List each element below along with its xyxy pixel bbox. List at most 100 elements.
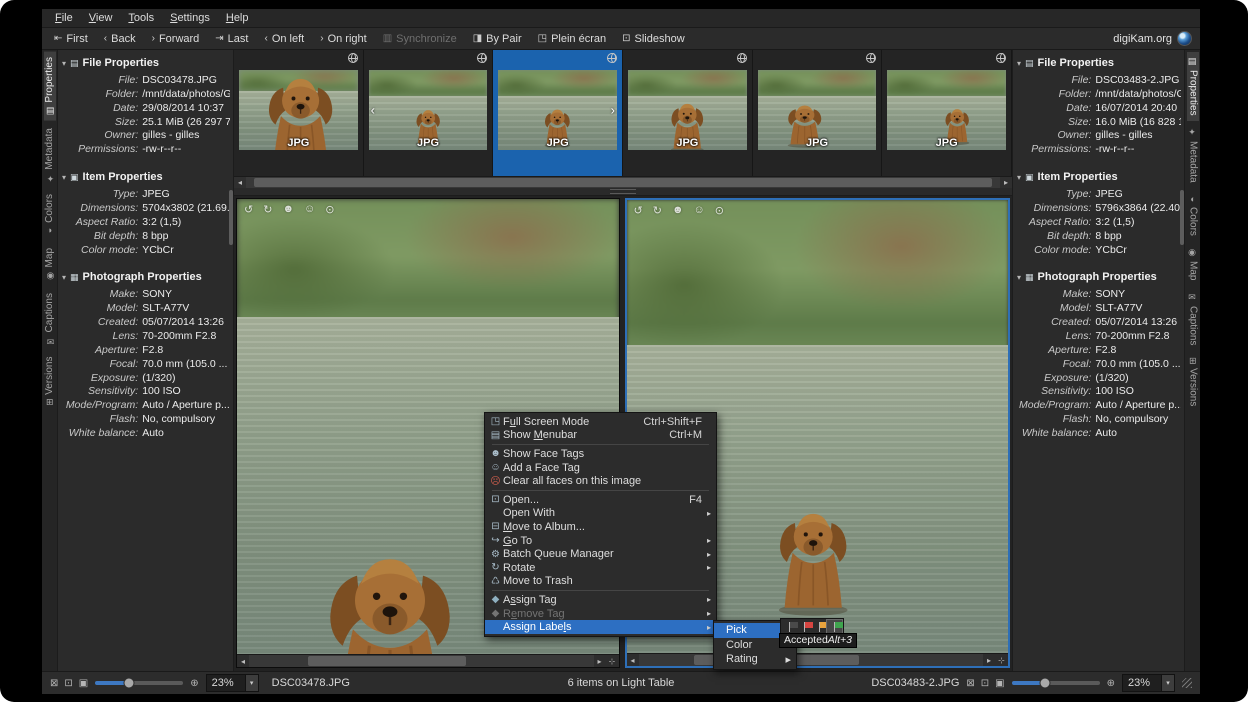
section-header[interactable]: ▾▦Photograph Properties (1015, 270, 1181, 284)
preview-hscrollbar[interactable]: ◂ ▸ ⊹ (237, 654, 619, 667)
fit-zoom-icon[interactable]: ⊕ (190, 678, 198, 689)
toolbar-button[interactable]: ⇤First (46, 32, 96, 46)
section-header[interactable]: ▾▤File Properties (60, 56, 230, 70)
rejected-flag-icon[interactable] (797, 620, 812, 633)
section-header[interactable]: ▾▣Item Properties (60, 170, 230, 184)
dropdown-caret-icon[interactable]: ▾ (245, 675, 258, 691)
scroll-left-icon[interactable]: ◂ (627, 655, 639, 666)
thumbnail-item[interactable]: JPG (623, 50, 753, 176)
toolbar-button[interactable]: ⊡Slideshow (614, 32, 693, 46)
show-face-tags-icon[interactable]: ☻ (672, 204, 684, 217)
menu-bar-item[interactable]: View (82, 11, 120, 25)
sidebar-tab[interactable]: ◉Map (44, 243, 56, 285)
accepted-flag-icon[interactable] (827, 620, 842, 633)
scrollbar-thumb[interactable] (254, 178, 993, 187)
thumbbar-scrollbar[interactable]: ◂ ▸ (234, 176, 1012, 188)
play-icon[interactable]: ⊙ (325, 203, 334, 216)
fit-window-icon[interactable]: ⊡ (981, 678, 989, 689)
add-face-tag-icon[interactable]: ☺ (694, 204, 705, 217)
left-zoom-slider[interactable] (95, 681, 183, 685)
context-menu-item[interactable] (492, 444, 709, 445)
sidebar-tab[interactable]: ▤Properties (44, 52, 56, 121)
slider-knob[interactable] (1040, 678, 1051, 689)
toolbar-button[interactable]: ▥Synchronize (375, 32, 465, 46)
rotate-left-icon[interactable]: ↺ (244, 203, 253, 216)
context-menu-item[interactable]: Open With ▸ (485, 507, 716, 521)
thumbnail-item[interactable]: JPG (882, 50, 1012, 176)
sidebar-tab[interactable]: ✦Metadata (44, 123, 56, 188)
thumbnail-item[interactable]: JPG ‹ (364, 50, 494, 176)
panel-scrollbar[interactable] (1180, 190, 1184, 245)
rotate-right-icon[interactable]: ↻ (653, 204, 662, 217)
context-menu-item[interactable]: ◆ Assign Tag ▸ (485, 593, 716, 607)
sidebar-tab[interactable]: ✉Captions (44, 288, 56, 350)
sidebar-tab[interactable]: ✉Captions (1187, 288, 1199, 350)
section-header[interactable]: ▾▤File Properties (1015, 56, 1181, 70)
sidebar-tab[interactable]: ◉Map (1187, 243, 1199, 285)
sidebar-tab[interactable]: ✦Metadata (1187, 123, 1199, 188)
zoom-selection-icon[interactable]: ⊠ (966, 678, 974, 689)
pan-corner-icon[interactable]: ⊹ (606, 657, 619, 666)
context-menu-item[interactable]: ☻ Show Face Tags (485, 447, 716, 461)
thumbnail-item[interactable]: JPG › (493, 50, 623, 176)
toolbar-button[interactable]: ◳Plein écran (530, 32, 615, 46)
menu-bar-item[interactable]: File (48, 11, 80, 25)
fit-zoom-icon[interactable]: ⊕ (1107, 678, 1115, 689)
submenu-item[interactable]: Rating ▸ (714, 652, 796, 667)
zoom-100-icon[interactable]: ▣ (995, 678, 1004, 689)
scrollbar-track[interactable] (639, 654, 984, 666)
splitter-handle[interactable] (234, 188, 1012, 196)
context-menu-item[interactable]: ↪ Go To ▸ (485, 534, 716, 548)
no-pick-flag-icon[interactable] (782, 620, 797, 633)
context-menu-item[interactable]: ◆ Remove Tag ▸ (485, 607, 716, 621)
right-zoom-slider[interactable] (1012, 681, 1100, 685)
show-face-tags-icon[interactable]: ☻ (282, 203, 294, 216)
section-header[interactable]: ▾▣Item Properties (1015, 170, 1181, 184)
context-menu-item[interactable]: ☹ Clear all faces on this image (485, 474, 716, 488)
pending-flag-icon[interactable] (812, 620, 827, 633)
section-header[interactable]: ▾▦Photograph Properties (60, 270, 230, 284)
context-menu-item[interactable] (492, 490, 709, 491)
digikam-org-link[interactable]: digiKam.org (1113, 31, 1196, 46)
dropdown-caret-icon[interactable]: ▾ (1161, 675, 1174, 691)
sidebar-tab[interactable]: ◐Colors (44, 189, 56, 241)
panel-scrollbar[interactable] (229, 190, 233, 245)
menu-bar-item[interactable]: Tools (121, 11, 161, 25)
right-zoom-combo[interactable]: 23%▾ (1122, 674, 1175, 692)
toolbar-button[interactable]: ⇥Last (207, 32, 256, 46)
thumbnail-item[interactable]: JPG (753, 50, 883, 176)
play-icon[interactable]: ⊙ (715, 204, 724, 217)
sidebar-tab[interactable]: ▤Properties (1187, 52, 1199, 121)
zoom-selection-icon[interactable]: ⊠ (50, 678, 58, 689)
preview-hscrollbar[interactable]: ◂ ▸ ⊹ (627, 653, 1009, 666)
sidebar-tab[interactable]: ⊞Versions (44, 352, 56, 411)
context-menu-item[interactable]: ⚙ Batch Queue Manager ▸ (485, 547, 716, 561)
add-face-tag-icon[interactable]: ☺ (304, 203, 315, 216)
rotate-left-icon[interactable]: ↺ (634, 204, 643, 217)
toolbar-button[interactable]: ›Forward (144, 32, 208, 46)
context-menu-item[interactable]: ↻ Rotate ▸ (485, 561, 716, 575)
pan-corner-icon[interactable]: ⊹ (995, 656, 1008, 665)
toolbar-button[interactable]: ◨By Pair (465, 32, 530, 46)
sidebar-tab[interactable]: ⊞Versions (1187, 352, 1199, 411)
sidebar-tab[interactable]: ◐Colors (1187, 189, 1199, 241)
thumbnail-item[interactable]: JPG (234, 50, 364, 176)
toolbar-button[interactable]: ‹On left (256, 32, 312, 46)
context-menu-item[interactable] (492, 590, 709, 591)
scroll-right-icon[interactable]: ▸ (594, 656, 606, 667)
scroll-right-icon[interactable]: ▸ (1000, 177, 1012, 188)
thumb-nav-left-icon[interactable]: ‹ (371, 103, 375, 118)
zoom-100-icon[interactable]: ▣ (79, 678, 88, 689)
slider-knob[interactable] (123, 678, 134, 689)
menu-bar-item[interactable]: Help (219, 11, 256, 25)
context-menu-item[interactable]: Assign Labels ▸ (485, 620, 716, 634)
scroll-left-icon[interactable]: ◂ (234, 177, 246, 188)
toolbar-button[interactable]: ›On right (312, 32, 374, 46)
scrollbar-thumb[interactable] (308, 656, 466, 666)
fit-window-icon[interactable]: ⊡ (64, 678, 72, 689)
thumb-nav-right-icon[interactable]: › (611, 103, 615, 118)
context-menu-item[interactable]: ♺ Move to Trash (485, 575, 716, 589)
resize-grip[interactable] (1182, 678, 1192, 688)
rotate-right-icon[interactable]: ↻ (263, 203, 272, 216)
toolbar-button[interactable]: ‹Back (96, 32, 144, 46)
